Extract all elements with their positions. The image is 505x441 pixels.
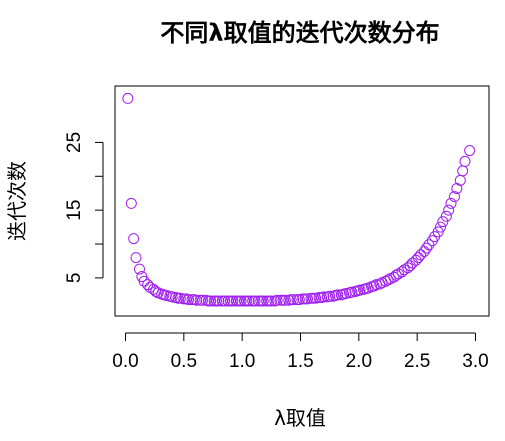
x-tick-label: 0.5 (171, 351, 197, 372)
y-tick-label: 5 (64, 273, 85, 284)
data-point (128, 233, 140, 245)
x-axis: 0.0 0.5 1.0 1.5 2.0 2.5 3.0 (112, 332, 489, 372)
y-tick-label: 25 (64, 132, 85, 153)
x-tick-label: 3.0 (462, 351, 488, 372)
x-tick-label: 1.0 (229, 351, 255, 372)
chart-title: 不同λ取值的迭代次数分布 (160, 19, 439, 47)
scatter-chart: 不同λ取值的迭代次数分布 0.0 0.5 1.0 1.5 2.0 2.5 3.0 5 15 25… (5, 19, 490, 430)
x-axis-label: λ取值 (274, 406, 326, 430)
x-tick-label: 1.5 (287, 351, 313, 372)
data-point (454, 174, 466, 186)
data-point (457, 165, 469, 177)
data-point (459, 155, 471, 167)
data-point (443, 204, 455, 216)
x-tick-label: 2.0 (346, 351, 372, 372)
y-tick-label: 15 (64, 200, 85, 221)
y-axis-label: 迭代次数 (5, 161, 29, 241)
data-point (464, 145, 476, 157)
plot-frame (114, 85, 490, 317)
data-point (122, 92, 134, 104)
x-tick-label: 0.0 (112, 351, 138, 372)
data-points (122, 92, 476, 307)
y-axis: 5 15 25 (64, 132, 104, 284)
data-point (130, 252, 142, 264)
data-point (412, 252, 424, 264)
x-tick-label: 2.5 (404, 351, 430, 372)
data-point (125, 197, 137, 209)
